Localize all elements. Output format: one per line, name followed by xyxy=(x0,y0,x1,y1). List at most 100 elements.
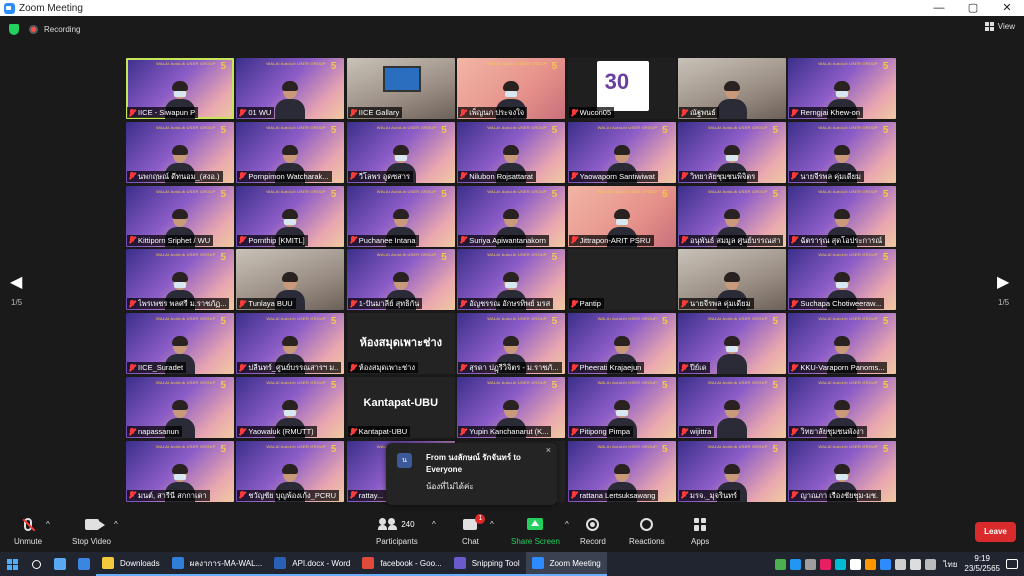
participant-video-tile[interactable]: WALAI AutoLib USER GROUP 5 Kittiporn Sriph… xyxy=(126,185,234,247)
participant-video-tile[interactable]: WALAI AutoLib USER GROUP 5 มรจ._มุจรินทร์ xyxy=(678,440,786,502)
participant-video-tile[interactable]: WALAI AutoLib USER GROUP 5 Yaowaporn Santi… xyxy=(567,121,676,183)
participant-video-tile[interactable]: WALAI AutoLib USER GROUP 5 1-ปันมาลีย์ สุท… xyxy=(346,249,455,311)
participant-video-tile[interactable]: WALAI AutoLib USER GROUP 5 สุรดา ปฏุรีวิจิ… xyxy=(457,313,566,375)
participant-video-tile[interactable]: WALAI AutoLib USER GROUP 5 Jittrapon-ARIT … xyxy=(567,185,676,247)
audio-options-caret-icon[interactable]: ^ xyxy=(46,520,50,529)
event-banner-text: WALAI AutoLib USER GROUP xyxy=(818,252,878,258)
chat-options-caret-icon[interactable]: ^ xyxy=(490,520,494,529)
participant-video-tile[interactable]: WALAI AutoLib USER GROUP 5 01 WU xyxy=(236,58,345,119)
input-language[interactable]: ไทย xyxy=(943,558,957,571)
share-screen-button[interactable]: Share Screen xyxy=(511,516,560,546)
participant-video-tile[interactable]: WALAI AutoLib USER GROUP 5 napassanun xyxy=(126,377,234,438)
tray-app-icon[interactable] xyxy=(775,558,787,570)
participant-video-tile[interactable]: WALAI AutoLib USER GROUP 5 Pornthip [KMITL… xyxy=(236,185,345,247)
record-button[interactable]: Record xyxy=(580,516,606,546)
participant-video-tile[interactable]: WALAI AutoLib USER GROUP 5 ฉัตรารุณ สุดโอป… xyxy=(788,185,897,247)
participant-video-tile[interactable]: WALAI AutoLib USER GROUP 5 นายจีรพล คุ่มเด… xyxy=(788,121,897,183)
participant-video-tile[interactable]: Kantapat-UBU Kantapat-UBU xyxy=(346,377,455,438)
event-banner-number: 5 xyxy=(551,124,558,136)
minimize-button[interactable]: — xyxy=(922,0,956,16)
participant-video-tile[interactable]: WALAI AutoLib USER GROUP 5 Yaowaluk (RMUTT… xyxy=(236,377,345,438)
tray-app-icon[interactable] xyxy=(805,558,817,570)
taskbar-app-button[interactable]: facebook - Goo... xyxy=(356,552,448,576)
participant-video-tile[interactable]: WALAI AutoLib USER GROUP 5 นพกฤษณ์ ดีทนอม_… xyxy=(126,121,234,183)
participant-video-tile[interactable]: WALAI AutoLib USER GROUP 5 วิทยาลัยชุมชนพิ… xyxy=(678,121,786,183)
tray-app-icon[interactable] xyxy=(895,558,907,570)
participant-video-tile[interactable]: WALAI AutoLib USER GROUP 5 Pheerati Krajae… xyxy=(567,313,676,375)
participant-video-tile[interactable]: WALAI AutoLib USER GROUP 5 ปีย์เด xyxy=(678,313,786,375)
taskbar-clock[interactable]: 9:19 23/5/2565 xyxy=(964,554,1000,574)
participant-video-tile[interactable]: WALAI AutoLib USER GROUP 5 อนุพันธ์ สมมูล … xyxy=(678,185,786,247)
participant-video-tile[interactable]: WALAI AutoLib USER GROUP 5 ญาณภา เรืองชัยช… xyxy=(788,440,897,502)
chat-notification-popup[interactable]: น From นงลักษณ์ รักจันทร์ to Everyone น้… xyxy=(386,443,557,505)
unmute-button[interactable]: Unmute xyxy=(14,516,42,546)
cloud-icon[interactable] xyxy=(850,558,862,570)
taskbar-mail-button[interactable] xyxy=(72,552,96,576)
participant-video-tile[interactable]: WALAI AutoLib USER GROUP 5 Rerngjai Khew-o… xyxy=(788,58,897,119)
participant-video-tile[interactable]: ณัฐพนธ์ xyxy=(678,58,786,119)
participant-video-tile[interactable]: WALAI AutoLib USER GROUP 5 Puchanee Intana xyxy=(346,185,455,247)
share-options-caret-icon[interactable]: ^ xyxy=(565,520,569,529)
security-shield-icon[interactable] xyxy=(9,23,19,35)
leave-button[interactable]: Leave xyxy=(975,522,1016,542)
participant-video-tile[interactable]: WALAI AutoLib USER GROUP 5 IICE_Suradet xyxy=(126,313,234,375)
previous-page-arrow-icon[interactable]: ◀ xyxy=(10,272,22,292)
participants-button[interactable]: 240 Participants xyxy=(376,516,418,546)
participants-options-caret-icon[interactable]: ^ xyxy=(432,520,436,529)
participant-video-tile[interactable]: WALAI AutoLib USER GROUP 5 ไพรเพชร พลศรี ม… xyxy=(126,249,234,311)
chat-popup-close-icon[interactable]: × xyxy=(546,445,551,455)
event-banner-text: WALAI AutoLib USER GROUP xyxy=(818,443,878,449)
tray-app-icon[interactable] xyxy=(865,558,877,570)
close-button[interactable]: ✕ xyxy=(990,0,1024,16)
participant-video-tile[interactable]: ห้องสมุดเพาะช่าง ห้องสมุดเพาะช่าง xyxy=(346,313,455,375)
participant-video-tile[interactable]: Pantip xyxy=(567,249,676,311)
participant-video-tile[interactable]: WALAI AutoLib USER GROUP 5 Yupin Kanchanar… xyxy=(457,377,566,438)
video-options-caret-icon[interactable]: ^ xyxy=(114,520,118,529)
tray-app-icon[interactable] xyxy=(835,558,847,570)
participant-video-tile[interactable]: WALAI AutoLib USER GROUP 5 มนต์, สารีนี สก… xyxy=(126,440,234,502)
participant-video-tile[interactable]: WALAI AutoLib USER GROUP 5 เพ็ญนภ ประจงใจ xyxy=(457,58,566,119)
participant-video-tile[interactable]: WALAI AutoLib USER GROUP 5 Nilubon Rojsatt… xyxy=(457,121,566,183)
participant-video-tile[interactable]: WALAI AutoLib USER GROUP 5 wijittra xyxy=(678,377,786,438)
participant-video-tile[interactable]: WALAI AutoLib USER GROUP 5 Pornpimon Watch… xyxy=(236,121,345,183)
taskbar-app-button[interactable]: Zoom Meeting xyxy=(525,552,607,576)
taskbar-search-button[interactable] xyxy=(24,552,48,576)
participant-video-tile[interactable]: WALAI AutoLib USER GROUP 5 วีโลพร อูดซสาร xyxy=(346,121,455,183)
participant-video-tile[interactable]: WALAI AutoLib USER GROUP 5 Suchapa Chotiwe… xyxy=(788,249,897,311)
tray-app-icon[interactable] xyxy=(820,558,832,570)
stop-video-button[interactable]: Stop Video xyxy=(72,516,111,546)
tray-app-icon[interactable] xyxy=(790,558,802,570)
taskbar-app-button[interactable]: API.docx - Word xyxy=(268,552,357,576)
participant-video-tile[interactable]: นายจีรพล คุ่มเดียม xyxy=(678,249,786,311)
notifications-icon[interactable] xyxy=(1006,559,1018,569)
view-button[interactable]: View xyxy=(984,22,1015,31)
taskbar-app-button[interactable]: Downloads xyxy=(96,552,166,576)
participant-video-tile[interactable]: WALAI AutoLib USER GROUP 5 อัญชรรณ อักษรทิ… xyxy=(457,249,566,311)
start-button[interactable] xyxy=(0,552,24,576)
maximize-button[interactable]: ▢ xyxy=(956,0,990,16)
participant-video-tile[interactable]: WALAI AutoLib USER GROUP 5 วิทยาลัยชุมชนพั… xyxy=(788,377,897,438)
participant-video-tile[interactable]: 30 Wucon05 xyxy=(567,58,676,119)
event-banner-number: 5 xyxy=(441,252,447,264)
participant-video-tile[interactable]: WALAI AutoLib USER GROUP 5 Pitipong Pimpa xyxy=(567,377,676,438)
taskbar-widgets-button[interactable] xyxy=(48,552,72,576)
participant-name: IICE_Suradet xyxy=(138,363,184,373)
zoom-tray-icon[interactable] xyxy=(880,558,892,570)
participant-video-tile[interactable]: WALAI AutoLib USER GROUP 5 ปลีนทร์_ศูนย์บร… xyxy=(236,313,345,375)
chat-button[interactable]: 1 Chat xyxy=(462,513,486,546)
participant-video-tile[interactable]: WALAI AutoLib USER GROUP 5 rattana Lertsuk… xyxy=(567,440,676,502)
reactions-button[interactable]: Reactions xyxy=(629,516,665,546)
participant-video-tile[interactable]: WALAI AutoLib USER GROUP 5 IICE - Siwapun … xyxy=(126,58,234,119)
taskbar-app-button[interactable]: ผลงาการ-MA-WAL... xyxy=(165,552,269,576)
volume-icon[interactable] xyxy=(925,558,937,570)
participant-video-tile[interactable]: Tunlaya BUU xyxy=(236,249,345,311)
participant-video-tile[interactable]: WALAI AutoLib USER GROUP 5 KKU-Varaporn Pa… xyxy=(788,313,897,375)
event-banner-number: 5 xyxy=(882,124,889,136)
taskbar-app-button[interactable]: Snipping Tool xyxy=(447,552,526,576)
participant-video-tile[interactable]: WALAI AutoLib USER GROUP 5 Suriya Apiwanta… xyxy=(457,185,566,247)
participant-video-tile[interactable]: IICE Gallary xyxy=(346,58,455,119)
participant-video-tile[interactable]: WALAI AutoLib USER GROUP 5 ชวัญชัย บุญพ้อง… xyxy=(236,440,345,502)
next-page-arrow-icon[interactable]: ▶ xyxy=(997,272,1009,292)
wifi-icon[interactable] xyxy=(910,558,922,570)
apps-button[interactable]: Apps xyxy=(691,516,709,546)
